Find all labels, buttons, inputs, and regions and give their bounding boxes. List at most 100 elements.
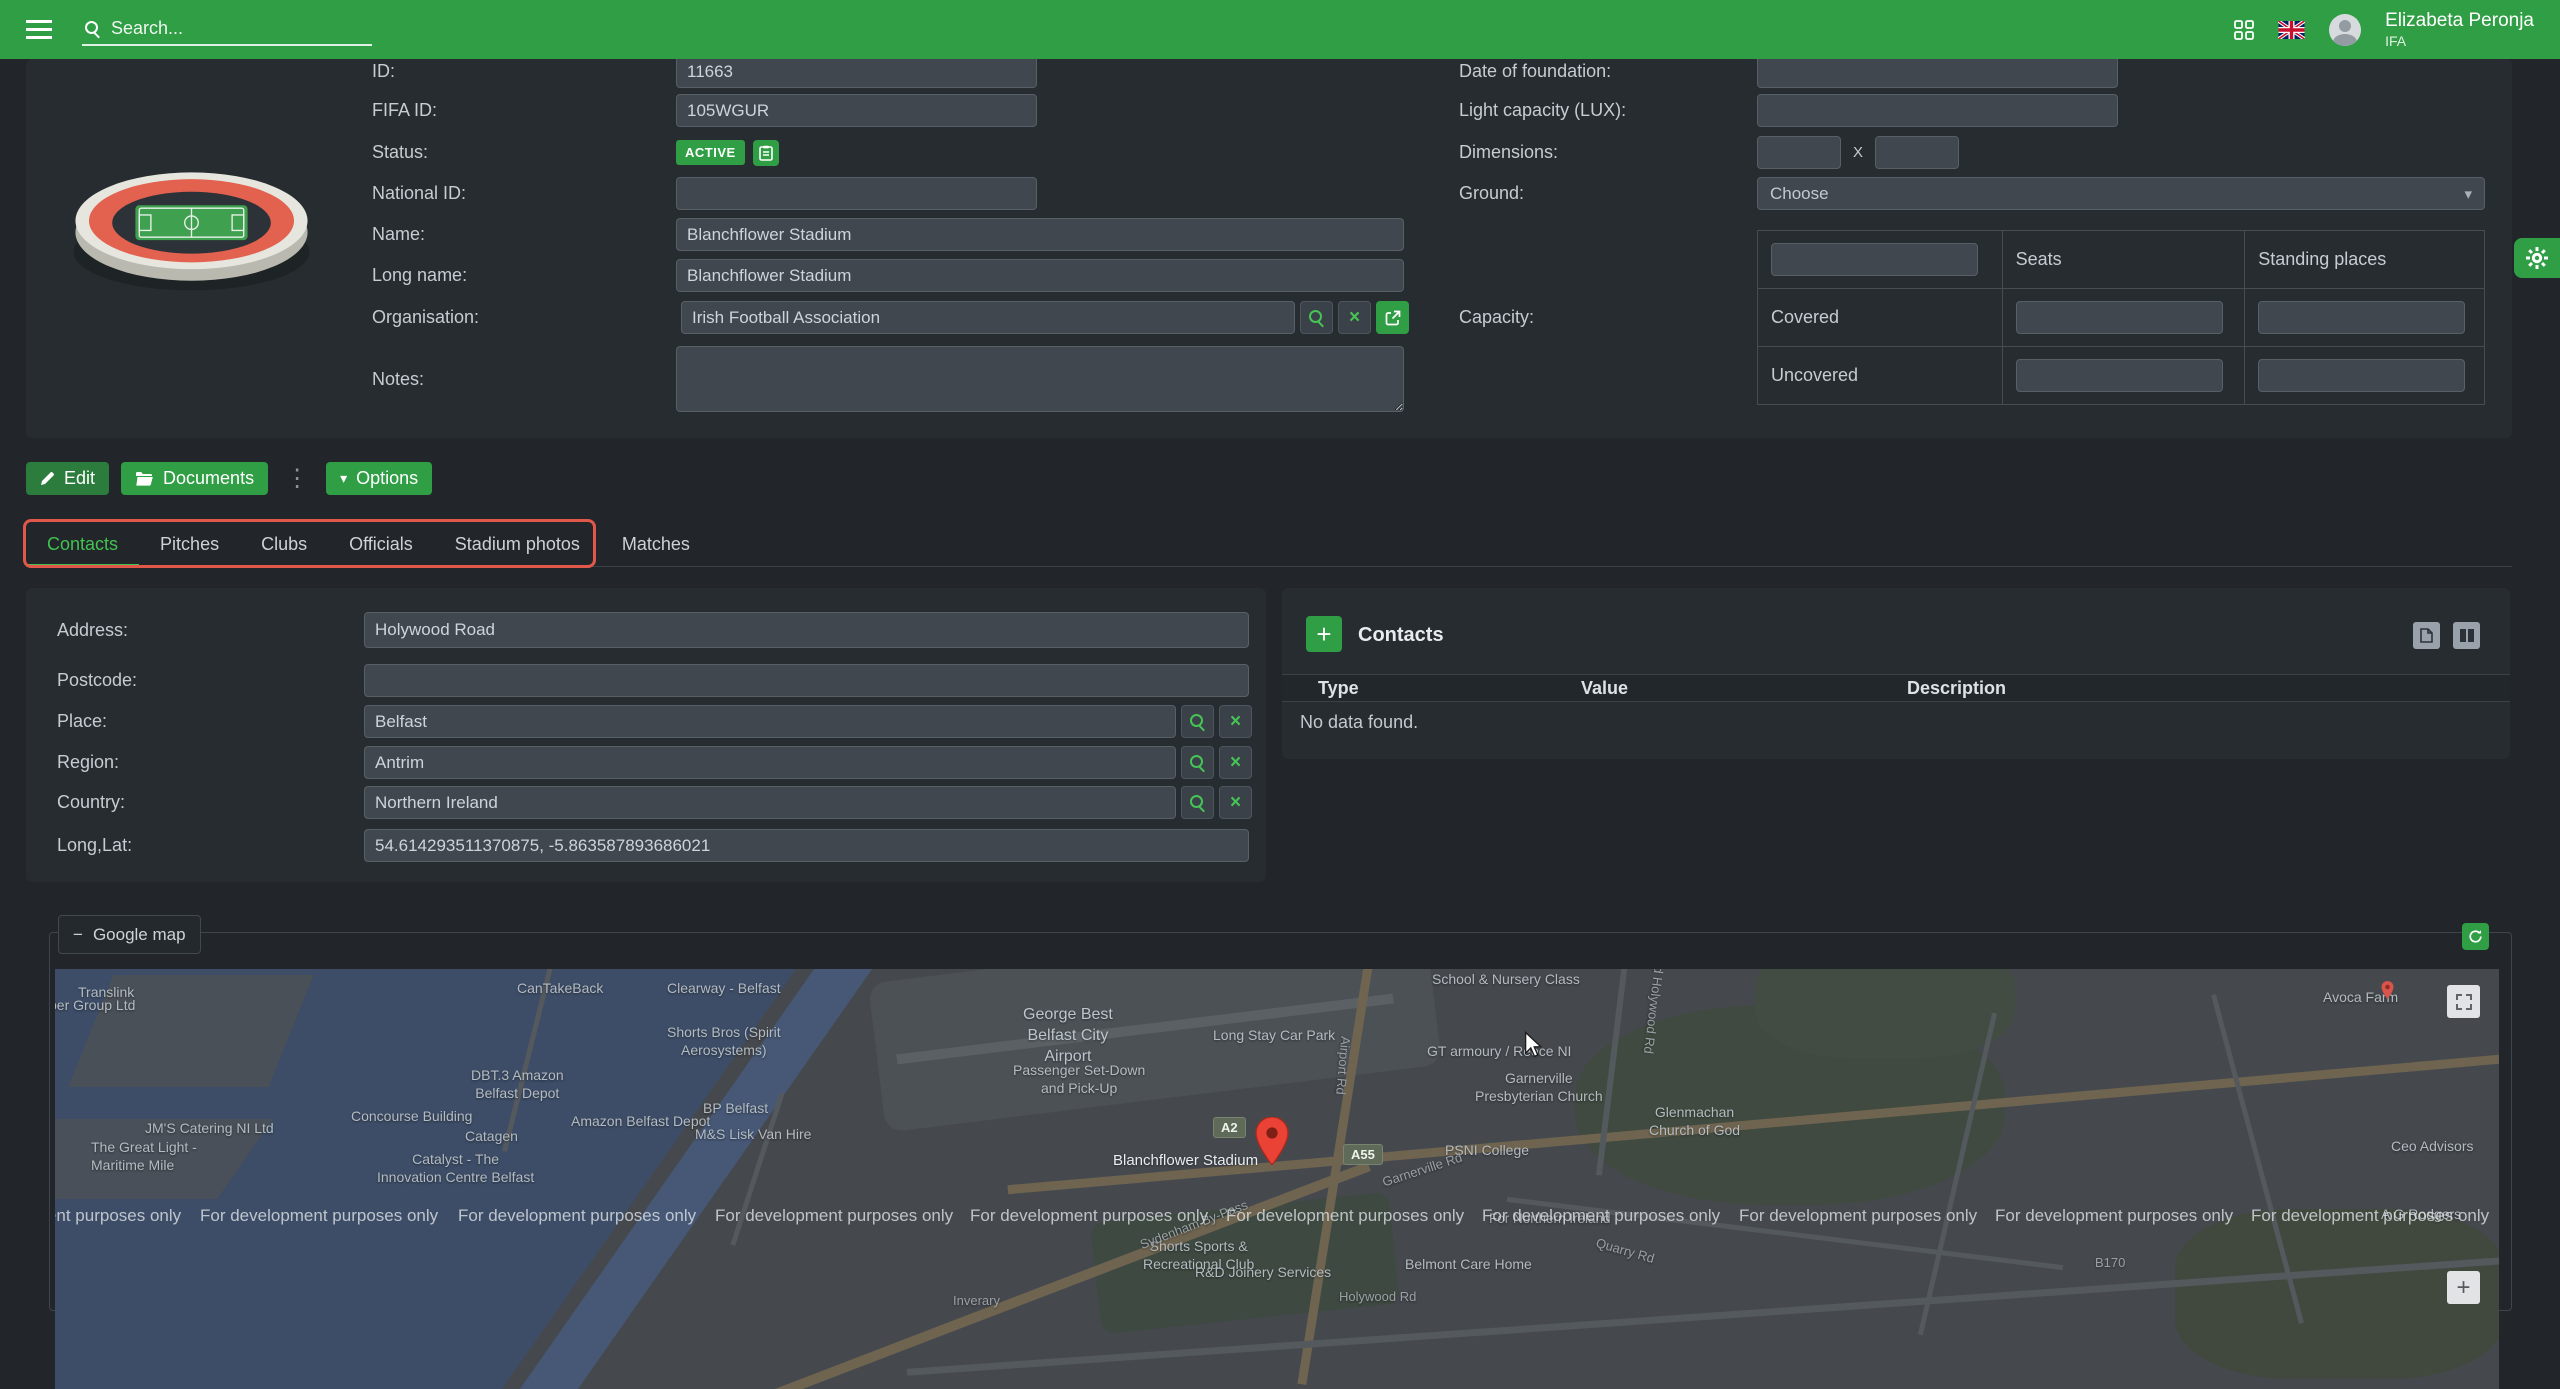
documents-button[interactable]: Documents <box>121 462 268 495</box>
country-clear-button[interactable]: × <box>1219 786 1252 819</box>
tab[interactable]: Matches <box>601 522 711 567</box>
user-avatar[interactable] <box>2329 14 2361 46</box>
place-search-button[interactable] <box>1181 705 1214 738</box>
national-id-input[interactable] <box>676 177 1037 210</box>
region-clear-button[interactable]: × <box>1219 746 1252 779</box>
google-map-section: − Google map Translink ber Group Ltd <box>49 932 2512 1311</box>
organisation-input[interactable] <box>681 301 1295 334</box>
tabs-divider <box>26 566 2512 567</box>
address-input[interactable] <box>364 612 1249 648</box>
close-icon: × <box>1230 793 1241 812</box>
contacts-panel: + Contacts Type Value Description No dat… <box>1282 588 2510 759</box>
map-label: CanTakeBack <box>517 979 603 997</box>
stadium-map-marker[interactable] <box>1255 1117 1289 1170</box>
id-input[interactable] <box>676 55 1037 88</box>
dimension-width-input[interactable] <box>1757 136 1841 169</box>
language-flag-icon[interactable] <box>2278 21 2305 39</box>
map-label: School & Nursery Class <box>1432 970 1580 988</box>
contacts-table-header: Type Value Description <box>1282 674 2510 702</box>
capacity-table: Seats Standing places Covered Uncovered <box>1757 230 2485 405</box>
tab[interactable]: Clubs <box>240 522 328 567</box>
user-menu[interactable]: Elizabeta Peronja IFA <box>2385 10 2534 50</box>
place-clear-button[interactable]: × <box>1219 705 1252 738</box>
search-icon <box>1190 755 1206 771</box>
more-actions-icon[interactable]: ⋮ <box>280 464 314 493</box>
map-label: George Best Belfast City Airport <box>1023 1005 1113 1067</box>
uncovered-row-label: Uncovered <box>1758 346 2003 404</box>
status-label: Status: <box>372 142 676 163</box>
map-watermark: For development purposes only <box>715 1206 953 1226</box>
settings-gear-button[interactable] <box>2514 238 2560 278</box>
map-label: Ceo Advisors <box>2391 1137 2473 1155</box>
close-icon: × <box>1230 712 1241 731</box>
postcode-input[interactable] <box>364 664 1249 697</box>
export-button[interactable] <box>2413 622 2440 649</box>
add-contact-button[interactable]: + <box>1306 616 1342 652</box>
covered-standing-input[interactable] <box>2258 301 2465 334</box>
edit-button[interactable]: Edit <box>26 462 109 495</box>
ground-select[interactable]: Choose ▾ <box>1757 177 2485 210</box>
close-icon: × <box>1349 308 1360 327</box>
apps-grid-icon[interactable] <box>2234 20 2254 40</box>
organisation-search-button[interactable] <box>1300 301 1333 334</box>
dimension-length-input[interactable] <box>1875 136 1959 169</box>
fullscreen-icon <box>2456 994 2472 1010</box>
long-name-input[interactable] <box>676 259 1404 292</box>
user-organisation: IFA <box>2385 33 2534 50</box>
plus-icon: + <box>1316 619 1331 649</box>
tab[interactable]: Stadium photos <box>434 522 601 567</box>
tab[interactable]: Officials <box>328 522 434 567</box>
status-history-button[interactable] <box>753 140 779 166</box>
organisation-open-button[interactable] <box>1376 301 1409 334</box>
close-icon: × <box>1230 753 1241 772</box>
covered-seats-input[interactable] <box>2016 301 2223 334</box>
postcode-label: Postcode: <box>57 670 359 691</box>
tab[interactable]: Pitches <box>139 522 240 567</box>
map-watermark: For development purposes only <box>2251 1206 2489 1226</box>
place-input[interactable] <box>364 705 1176 738</box>
map-label: M&S Lisk Van Hire <box>695 1125 811 1143</box>
map-label: Glenmachan Church of God <box>1649 1103 1740 1139</box>
refresh-icon <box>2468 929 2483 944</box>
organisation-label: Organisation: <box>372 307 676 328</box>
uncovered-seats-input[interactable] <box>2016 359 2223 392</box>
country-input[interactable] <box>364 786 1176 819</box>
map-label: Belmont Care Home <box>1405 1255 1532 1273</box>
capacity-name-input[interactable] <box>1771 243 1978 276</box>
columns-button[interactable] <box>2453 622 2480 649</box>
contacts-column-header: Description <box>1907 678 2006 699</box>
map-label: Garnerville Presbyterian Church <box>1475 1069 1603 1105</box>
search-input[interactable] <box>111 18 369 39</box>
map-zoom-in-button[interactable]: + <box>2447 1271 2480 1304</box>
name-input[interactable] <box>676 218 1404 251</box>
longlat-row: Long,Lat: <box>57 829 1249 862</box>
longlat-input[interactable] <box>364 829 1249 862</box>
light-capacity-input[interactable] <box>1757 94 2118 127</box>
foundation-input[interactable] <box>1757 55 2118 88</box>
fifa-id-input[interactable] <box>676 94 1037 127</box>
map-fullscreen-button[interactable] <box>2447 985 2480 1018</box>
country-search-button[interactable] <box>1181 786 1214 819</box>
dimensions-label: Dimensions: <box>1459 142 1757 163</box>
form-row-id: ID: <box>372 55 1037 88</box>
status-badge: ACTIVE <box>676 140 745 165</box>
notes-textarea[interactable] <box>676 346 1404 412</box>
longlat-label: Long,Lat: <box>57 835 359 856</box>
form-row-fifa-id: FIFA ID: <box>372 94 1037 127</box>
hamburger-menu-icon[interactable] <box>26 20 52 39</box>
tab[interactable]: Contacts <box>26 522 139 567</box>
region-input[interactable] <box>364 746 1176 779</box>
options-button[interactable]: ▾ Options <box>326 462 432 495</box>
map-label: Blanchflower Stadium <box>1113 1151 1258 1171</box>
region-search-button[interactable] <box>1181 746 1214 779</box>
map-watermark: For development purposes only <box>200 1206 438 1226</box>
road-shield: A55 <box>1343 1144 1383 1165</box>
google-map[interactable]: Translink ber Group Ltd CanTakeBack Clea… <box>55 969 2499 1389</box>
id-label: ID: <box>372 61 676 82</box>
map-refresh-button[interactable] <box>2462 923 2489 950</box>
organisation-clear-button[interactable]: × <box>1338 301 1371 334</box>
uncovered-standing-input[interactable] <box>2258 359 2465 392</box>
form-row-capacity: Capacity: Seats Standing places Covered … <box>1459 229 2485 405</box>
map-collapse-button[interactable]: − Google map <box>58 915 201 954</box>
search-icon <box>1190 714 1206 730</box>
